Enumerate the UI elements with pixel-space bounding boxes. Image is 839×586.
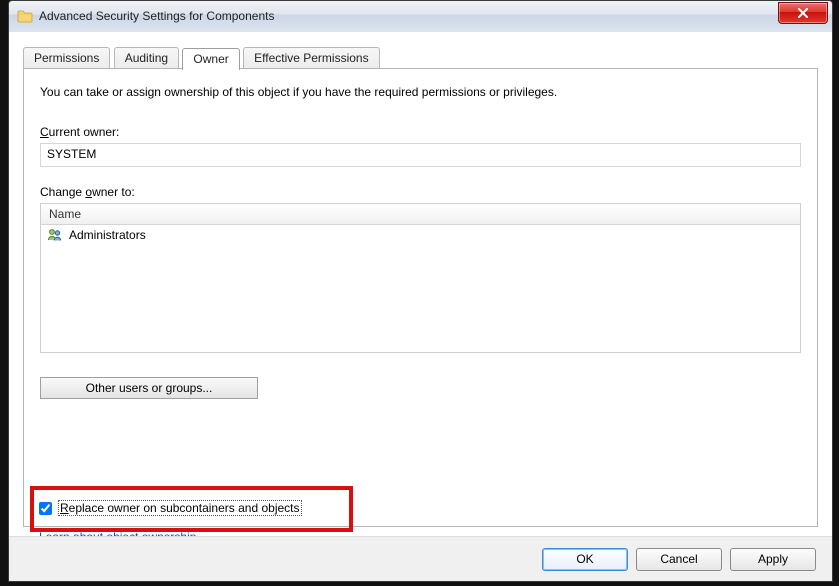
list-header-name[interactable]: Name bbox=[41, 204, 800, 225]
folder-icon bbox=[17, 8, 33, 24]
apply-button[interactable]: Apply bbox=[730, 548, 816, 571]
tab-strip: Permissions Auditing Owner Effective Per… bbox=[23, 46, 818, 68]
tab-effective-permissions[interactable]: Effective Permissions bbox=[243, 47, 380, 68]
tab-permissions[interactable]: Permissions bbox=[23, 47, 110, 68]
list-item[interactable]: Administrators bbox=[41, 225, 800, 245]
close-icon bbox=[797, 8, 809, 18]
current-owner-label: Current owner: bbox=[40, 125, 801, 139]
list-item-label: Administrators bbox=[69, 228, 146, 242]
dialog-footer: OK Cancel Apply bbox=[9, 536, 832, 581]
tab-owner[interactable]: Owner bbox=[182, 48, 239, 70]
ok-button[interactable]: OK bbox=[542, 548, 628, 571]
intro-text: You can take or assign ownership of this… bbox=[40, 85, 801, 99]
replace-owner-label: Replace owner on subcontainers and objec… bbox=[58, 500, 302, 516]
window-frame: Advanced Security Settings for Component… bbox=[8, 0, 833, 582]
users-icon bbox=[47, 227, 63, 243]
replace-owner-row[interactable]: Replace owner on subcontainers and objec… bbox=[39, 500, 302, 516]
titlebar[interactable]: Advanced Security Settings for Component… bbox=[9, 1, 832, 32]
cancel-button[interactable]: Cancel bbox=[636, 548, 722, 571]
tab-auditing[interactable]: Auditing bbox=[114, 47, 179, 68]
change-owner-list[interactable]: Name Administrators bbox=[40, 203, 801, 353]
tab-page-owner: You can take or assign ownership of this… bbox=[23, 68, 818, 527]
window-title: Advanced Security Settings for Component… bbox=[39, 9, 274, 23]
change-owner-label: Change owner to: bbox=[40, 185, 801, 199]
replace-owner-checkbox[interactable] bbox=[39, 502, 52, 515]
other-users-button[interactable]: Other users or groups... bbox=[40, 377, 258, 399]
client-area: Permissions Auditing Owner Effective Per… bbox=[9, 31, 832, 581]
close-button[interactable] bbox=[778, 2, 828, 24]
current-owner-value: SYSTEM bbox=[40, 143, 801, 167]
tab-control: Permissions Auditing Owner Effective Per… bbox=[23, 46, 818, 527]
